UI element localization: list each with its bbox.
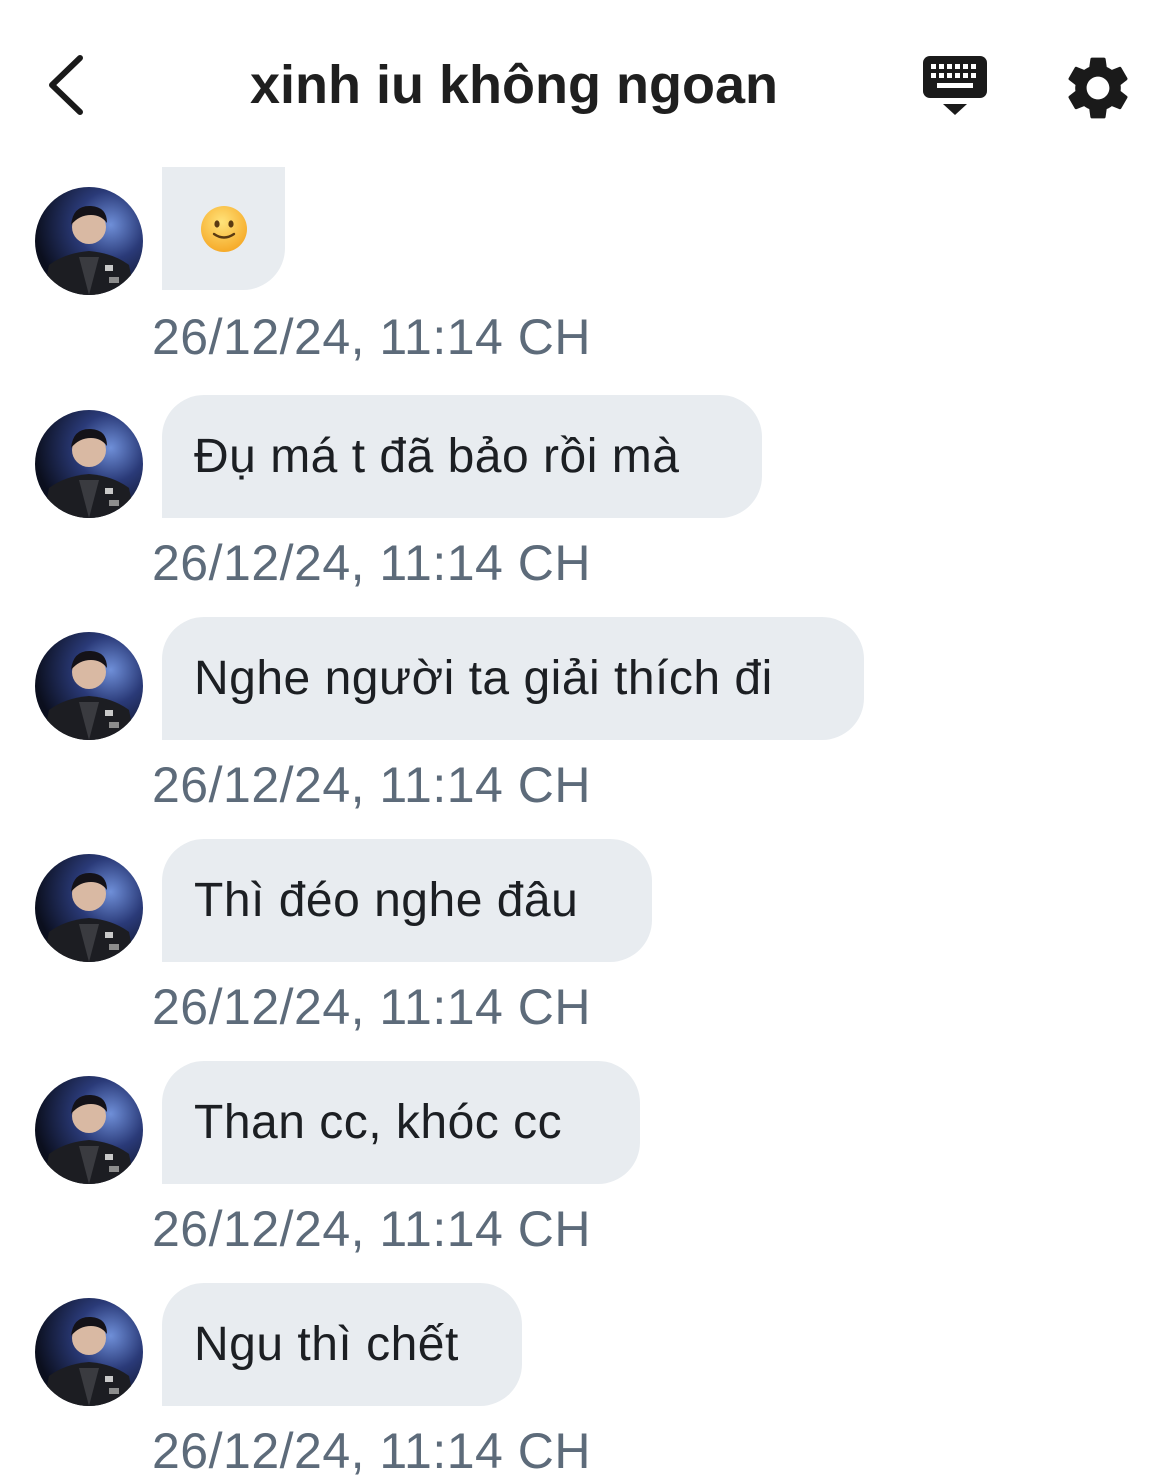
- avatar[interactable]: [35, 854, 143, 962]
- message-timestamp: 26/12/24, 11:14 CH: [152, 757, 591, 813]
- keyboard-button[interactable]: [915, 52, 995, 122]
- message-row: Than cc, khóc cc 26/12/24, 11:14 CH: [0, 1061, 1170, 1283]
- message-timestamp: 26/12/24, 11:14 CH: [152, 309, 591, 365]
- avatar[interactable]: [35, 410, 143, 518]
- message-timestamp: 26/12/24, 11:14 CH: [152, 1423, 591, 1479]
- message-timestamp: 26/12/24, 11:14 CH: [152, 979, 591, 1035]
- message-timestamp: 26/12/24, 11:14 CH: [152, 1201, 591, 1257]
- keyboard-icon: [923, 56, 987, 115]
- back-button[interactable]: [30, 40, 110, 130]
- avatar[interactable]: [35, 1076, 143, 1184]
- message-text: Nghe người ta giải thích đi: [194, 652, 773, 705]
- message-text: Than cc, khóc cc: [194, 1096, 563, 1149]
- message-list[interactable]: 26/12/24, 11:14 CH Đụ má t đã bảo rồi mà…: [0, 0, 1170, 1482]
- message-row: Ngu thì chết 26/12/24, 11:14 CH: [0, 1283, 1170, 1482]
- avatar[interactable]: [35, 632, 143, 740]
- message-bubble[interactable]: Than cc, khóc cc: [162, 1061, 640, 1184]
- message-bubble[interactable]: Nghe người ta giải thích đi: [162, 617, 864, 740]
- message-bubble[interactable]: Đụ má t đã bảo rồi mà: [162, 395, 762, 518]
- message-bubble[interactable]: Thì đéo nghe đâu: [162, 839, 652, 962]
- message-bubble[interactable]: Ngu thì chết: [162, 1283, 522, 1406]
- chat-title: xinh iu không ngoan: [250, 55, 778, 115]
- gear-icon: [1068, 57, 1128, 119]
- message-text: Thì đéo nghe đâu: [194, 874, 579, 927]
- message-bubble[interactable]: [162, 167, 285, 290]
- message-row: Đụ má t đã bảo rồi mà 26/12/24, 11:14 CH: [0, 395, 1170, 617]
- message-text: Đụ má t đã bảo rồi mà: [194, 430, 680, 483]
- message-row: Nghe người ta giải thích đi 26/12/24, 11…: [0, 617, 1170, 839]
- message-row: 26/12/24, 11:14 CH: [0, 167, 1170, 389]
- chat-header: xinh iu không ngoan: [0, 0, 1170, 170]
- message-row: Thì đéo nghe đâu 26/12/24, 11:14 CH: [0, 839, 1170, 1061]
- avatar[interactable]: [35, 187, 143, 295]
- slightly-smiling-face-icon: [200, 205, 247, 252]
- avatar[interactable]: [35, 1298, 143, 1406]
- chat-screen: 26/12/24, 11:14 CH Đụ má t đã bảo rồi mà…: [0, 0, 1170, 1482]
- message-timestamp: 26/12/24, 11:14 CH: [152, 535, 591, 591]
- settings-button[interactable]: [1060, 50, 1136, 126]
- chevron-left-icon: [49, 55, 83, 115]
- message-text: Ngu thì chết: [194, 1318, 459, 1371]
